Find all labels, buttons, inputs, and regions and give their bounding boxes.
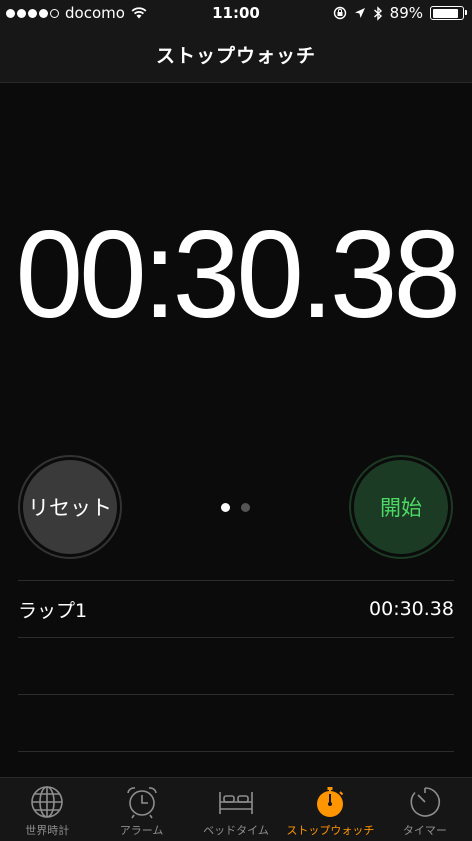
tab-timer[interactable]: タイマー (378, 778, 472, 841)
start-button[interactable]: 開始 (349, 455, 453, 559)
navigation-bar: ストップウォッチ (0, 26, 472, 83)
lap-time: 00:30.38 (369, 598, 454, 620)
tab-label: アラーム (119, 824, 164, 837)
tab-label: ベッドタイム (203, 824, 269, 837)
tab-label: 世界時計 (25, 824, 70, 837)
tab-label: ストップウォッチ (286, 824, 375, 837)
status-bar: docomo 11:00 89% (0, 0, 472, 26)
reset-button-label: リセット (28, 496, 112, 520)
tab-world-clock[interactable]: 世界時計 (0, 778, 94, 841)
status-right: 89% (333, 4, 467, 22)
timer-icon (410, 787, 440, 817)
stopwatch-display: 00:30.38 (0, 205, 472, 345)
start-button-face: 開始 (354, 460, 448, 554)
list-item: ラップ1 00:30.38 (18, 580, 454, 637)
page-title: ストップウォッチ (155, 44, 316, 67)
empty-list-row (18, 694, 454, 751)
tab-alarm[interactable]: アラーム (94, 778, 188, 841)
orientation-lock-icon (333, 6, 346, 20)
start-button-label: 開始 (380, 496, 422, 520)
lap-list[interactable]: ラップ1 00:30.38 (18, 580, 454, 808)
empty-list-row (18, 637, 454, 694)
tab-bedtime[interactable]: ベッドタイム (189, 778, 283, 841)
lap-label: ラップ1 (18, 599, 88, 622)
alarm-clock-icon (126, 787, 157, 819)
reset-button[interactable]: リセット (18, 455, 122, 559)
stopwatch-icon (317, 787, 344, 817)
battery-icon (430, 6, 467, 20)
globe-icon (31, 786, 64, 818)
reset-button-face: リセット (23, 460, 117, 554)
page-indicator[interactable] (221, 503, 250, 512)
location-arrow-icon (354, 8, 365, 18)
battery-percent: 89% (389, 4, 423, 22)
bed-icon (219, 792, 253, 814)
bluetooth-icon (373, 5, 382, 21)
tab-stopwatch[interactable]: ストップウォッチ (283, 778, 377, 841)
page-dot (221, 503, 230, 512)
battery-level-fill (432, 8, 459, 18)
tab-bar: 世界時計 アラーム ベッドタイム ストップウォッチ タイマー (0, 777, 472, 841)
page-dot (241, 503, 250, 512)
elapsed-time: 00:30.38 (15, 206, 461, 344)
tab-label: タイマー (402, 824, 447, 837)
